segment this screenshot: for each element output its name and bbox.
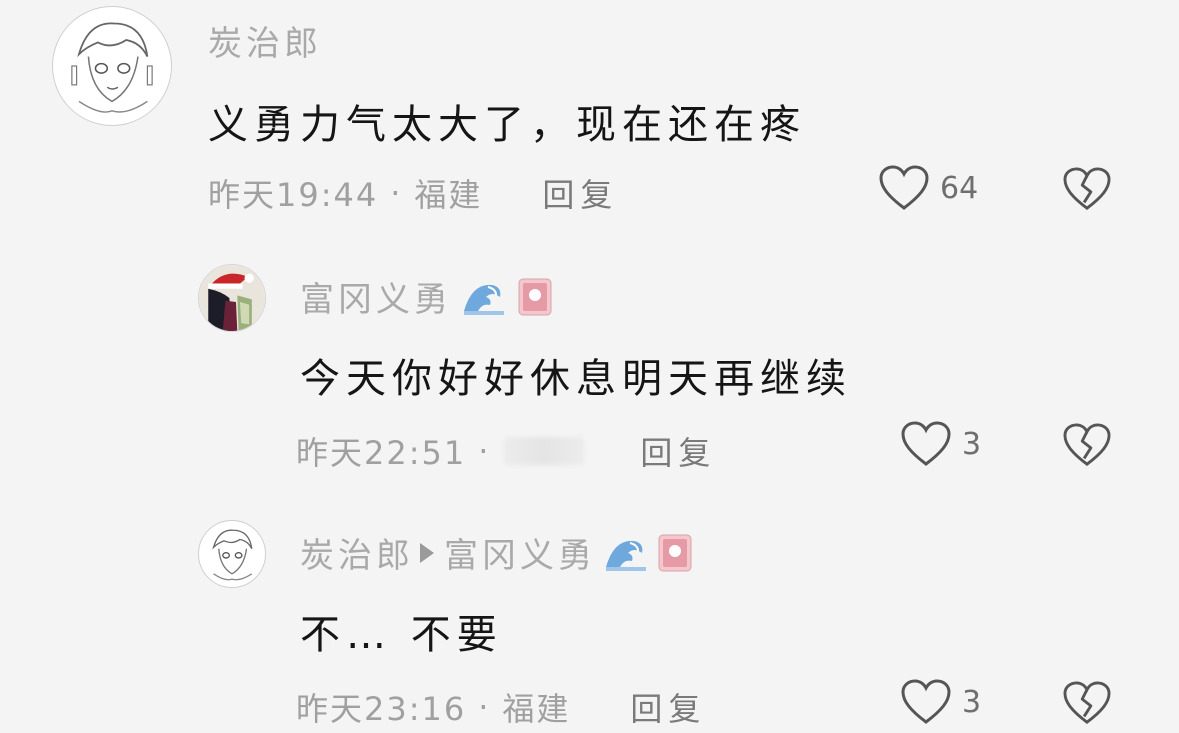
reply-to-name[interactable]: 富冈义勇 (444, 528, 596, 577)
dislike-button[interactable] (1062, 422, 1112, 472)
broken-heart-icon (1063, 423, 1111, 466)
comment-item: 炭治郎 义勇力气太大了，现在还在疼 昨天19:44 · 福建 回复 64 (0, 0, 1179, 230)
broken-heart-icon (1063, 167, 1111, 210)
comment-text: 义勇力气太大了，现在还在疼 (208, 102, 806, 148)
location: 福建 (414, 176, 483, 214)
comment-text: 今天你好好休息明天再继续 (300, 356, 852, 402)
location-redacted (504, 437, 585, 465)
santa-hat-portrait-icon (199, 265, 265, 331)
like-button[interactable]: 64 (878, 164, 978, 212)
author-row: 炭治郎 (208, 16, 322, 65)
sketch-portrait-icon (199, 521, 265, 587)
comment-meta: 昨天23:16 · 福建 回复 (296, 684, 706, 730)
sun-card-emoji-icon (658, 534, 692, 571)
timestamp: 昨天23:16 (296, 690, 467, 728)
timestamp: 昨天19:44 (208, 176, 379, 214)
comment-meta: 昨天22:51 · 回复 (296, 428, 716, 474)
reply-item: 富冈义勇 今天你好好休息明天再继续 昨天22:51 · 回复 3 (0, 250, 1179, 490)
author-name[interactable]: 炭治郎 (300, 528, 414, 577)
wave-emoji-icon (464, 284, 504, 315)
comment-text: 不… 不要 (300, 612, 503, 658)
like-count: 3 (962, 426, 982, 462)
like-button[interactable]: 3 (900, 678, 981, 726)
like-count: 64 (940, 170, 979, 206)
location: 福建 (502, 690, 571, 728)
author-name[interactable]: 炭治郎 (208, 16, 322, 65)
reply-button[interactable]: 回复 (640, 428, 716, 474)
meta-separator: · (478, 432, 491, 470)
meta-separator: · (390, 174, 403, 212)
dislike-button[interactable] (1062, 166, 1112, 216)
like-count: 3 (962, 684, 982, 720)
avatar[interactable] (198, 264, 266, 332)
reply-arrow-icon (420, 542, 434, 563)
reply-item: 炭治郎 富冈义勇 不… 不要 昨天23:16 · 福建 回复 3 (0, 508, 1179, 733)
wave-emoji-icon (606, 540, 646, 571)
avatar[interactable] (52, 6, 172, 126)
comment-list: 炭治郎 义勇力气太大了，现在还在疼 昨天19:44 · 福建 回复 64 富冈义… (0, 0, 1179, 733)
dislike-button[interactable] (1062, 680, 1112, 730)
author-name[interactable]: 富冈义勇 (300, 272, 452, 321)
sketch-portrait-icon (54, 8, 170, 124)
author-row: 炭治郎 富冈义勇 (300, 528, 694, 577)
like-button[interactable]: 3 (900, 420, 981, 468)
reply-button[interactable]: 回复 (542, 170, 618, 216)
heart-outline-icon (901, 679, 951, 724)
comment-meta: 昨天19:44 · 福建 回复 (208, 170, 618, 216)
timestamp: 昨天22:51 (296, 434, 467, 472)
author-row: 富冈义勇 (300, 272, 554, 321)
avatar[interactable] (198, 520, 266, 588)
sun-card-emoji-icon (518, 278, 552, 315)
broken-heart-icon (1063, 681, 1111, 724)
heart-outline-icon (879, 165, 929, 210)
meta-separator: · (478, 688, 491, 726)
reply-button[interactable]: 回复 (630, 684, 706, 730)
heart-outline-icon (901, 421, 951, 466)
